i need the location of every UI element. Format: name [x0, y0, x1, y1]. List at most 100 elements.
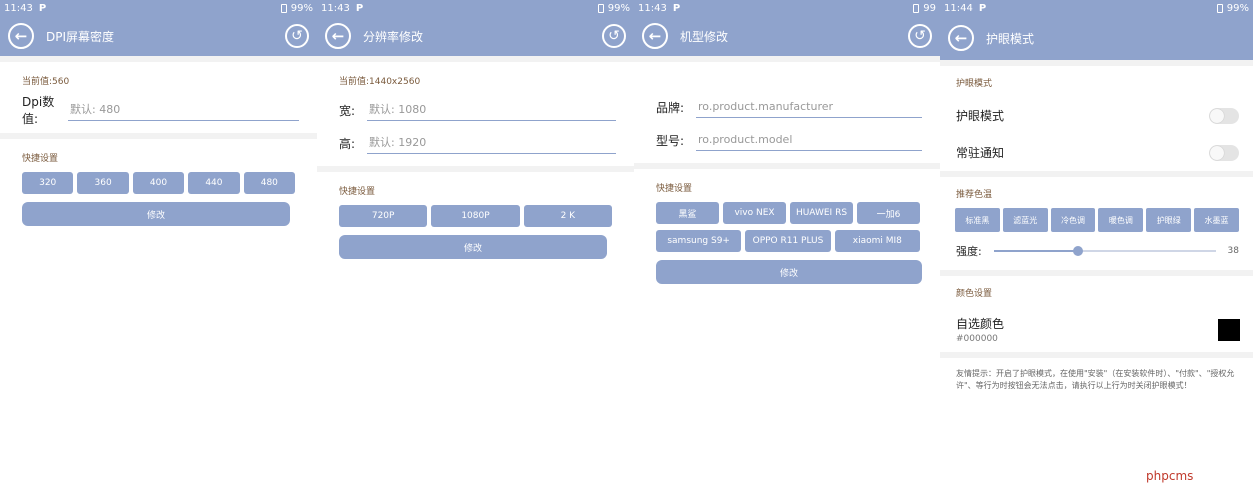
- resolution-screen: 11:43 P 99% ← 分辨率修改 ↺ 当前值:1440x2560 宽: 高…: [317, 0, 634, 440]
- model-label: 型号:: [656, 133, 685, 148]
- eye-mode-toggle[interactable]: [1209, 107, 1239, 124]
- model-input[interactable]: [696, 129, 922, 151]
- model-field-row: 型号:: [634, 125, 940, 155]
- current-value: 当前值:1440x2560: [339, 77, 421, 87]
- current-value: 当前值:560: [22, 77, 70, 87]
- preset-cool[interactable]: 冷色调: [1050, 208, 1096, 232]
- status-time: 11:44: [944, 2, 973, 14]
- title-bar: ← 护眼模式: [940, 16, 1253, 60]
- reset-icon[interactable]: ↺: [908, 24, 932, 48]
- model-screen: 11:43 P 99 ← 机型修改 ↺ 品牌: 型号: 快捷设置 黑鲨 vivo…: [634, 0, 940, 440]
- quick-button-320[interactable]: 320: [22, 172, 74, 194]
- preset-blue-filter[interactable]: 滤蓝光: [1002, 208, 1048, 232]
- section-color-temperature: 推荐色温: [956, 190, 993, 200]
- toggle-eye-mode-label: 护眼模式: [956, 109, 1005, 123]
- quick-button-samsung-s9[interactable]: samsung S9+: [656, 230, 742, 252]
- strength-row: 强度: 38: [940, 232, 1253, 270]
- custom-color-label: 自选颜色: [956, 317, 1005, 331]
- quick-button-vivo-nex[interactable]: vivo NEX: [723, 202, 786, 224]
- battery-level: 99: [923, 2, 936, 14]
- status-bar: 11:43 P 99%: [0, 0, 317, 16]
- preset-standard-black[interactable]: 标准黑: [955, 208, 1000, 232]
- quick-button-480[interactable]: 480: [243, 172, 296, 194]
- back-arrow-icon[interactable]: ←: [325, 23, 351, 49]
- page-title: 分辨率修改: [363, 29, 424, 44]
- notification-toggle[interactable]: [1209, 144, 1239, 161]
- preset-ink-blue[interactable]: 水墨蓝: [1194, 208, 1239, 232]
- quick-button-oneplus6[interactable]: 一加6: [857, 202, 920, 224]
- brand-label: 品牌:: [656, 100, 685, 115]
- custom-color-value: #000000: [956, 334, 998, 344]
- apply-button[interactable]: 修改: [656, 260, 922, 284]
- dpi-input[interactable]: [68, 99, 299, 121]
- page-title: 机型修改: [680, 29, 729, 44]
- eye-care-screen: 11:44 P 99% ← 护眼模式 护眼模式 护眼模式 常驻通知 推荐色温 标…: [940, 0, 1253, 440]
- watermark: phpcms: [1146, 469, 1194, 483]
- section-eye-mode: 护眼模式: [956, 79, 993, 89]
- quick-button-xiaomi-mi8[interactable]: xiaomi MI8: [834, 230, 920, 252]
- quick-settings-label: 快捷设置: [656, 184, 693, 194]
- quick-settings-label: 快捷设置: [22, 154, 59, 164]
- reset-icon[interactable]: ↺: [602, 24, 626, 48]
- height-label: 高:: [339, 136, 356, 151]
- status-time: 11:43: [4, 2, 33, 14]
- quick-button-440[interactable]: 440: [188, 172, 240, 194]
- quick-button-2k[interactable]: 2 K: [523, 205, 612, 227]
- quick-buttons-row-2: samsung S9+ OPPO R11 PLUS xiaomi MI8: [634, 230, 940, 252]
- p-icon: P: [355, 2, 364, 14]
- height-field-row: 高:: [317, 128, 634, 158]
- width-input[interactable]: [367, 99, 616, 121]
- dpi-label: Dpi数值:: [22, 95, 55, 126]
- apply-button[interactable]: 修改: [339, 235, 607, 259]
- section-color-settings: 颜色设置: [956, 289, 993, 299]
- battery-level: 99%: [1226, 2, 1249, 14]
- toggle-notification-row[interactable]: 常驻通知: [940, 134, 1253, 171]
- color-swatch[interactable]: [1218, 318, 1240, 341]
- strength-slider[interactable]: [994, 246, 1216, 256]
- brand-field-row: 品牌:: [634, 92, 940, 122]
- battery-icon: [1216, 3, 1223, 13]
- quick-button-1080p[interactable]: 1080P: [431, 205, 520, 227]
- title-bar: ← DPI屏幕密度 ↺: [0, 16, 317, 56]
- preset-warm[interactable]: 暖色调: [1098, 208, 1144, 232]
- quick-settings-label: 快捷设置: [339, 187, 376, 197]
- strength-thumb[interactable]: [1073, 246, 1084, 256]
- quick-buttons: 320 360 400 440 480: [0, 172, 317, 194]
- hint-text: 友情提示：开启了护眼模式，在使用"安装"（在安装软件时）、"付款"、"授权允许"…: [956, 369, 1235, 390]
- quick-button-huawei-rs[interactable]: HUAWEI RS: [790, 202, 853, 224]
- reset-icon[interactable]: ↺: [285, 24, 309, 48]
- preset-eye-green[interactable]: 护眼绿: [1146, 208, 1192, 232]
- title-bar: ← 分辨率修改 ↺: [317, 16, 634, 56]
- strength-label: 强度:: [956, 245, 982, 258]
- toggle-eye-mode-row[interactable]: 护眼模式: [940, 97, 1253, 134]
- quick-button-360[interactable]: 360: [77, 172, 129, 194]
- quick-button-oppo-r11[interactable]: OPPO R11 PLUS: [745, 230, 831, 252]
- back-arrow-icon[interactable]: ←: [8, 23, 34, 49]
- status-bar: 11:44 P 99%: [940, 0, 1253, 16]
- quick-buttons-row-1: 黑鲨 vivo NEX HUAWEI RS 一加6: [634, 202, 940, 224]
- toggle-notification-label: 常驻通知: [956, 146, 1005, 160]
- battery-icon: [597, 3, 604, 13]
- battery-icon: [913, 3, 920, 13]
- quick-buttons: 720P 1080P 2 K: [317, 205, 634, 227]
- width-field-row: 宽:: [317, 95, 634, 125]
- status-bar: 11:43 P 99: [634, 0, 940, 16]
- back-arrow-icon[interactable]: ←: [948, 25, 974, 51]
- status-time: 11:43: [321, 2, 350, 14]
- apply-button[interactable]: 修改: [22, 202, 290, 226]
- brand-input[interactable]: [696, 96, 922, 118]
- battery-level: 99%: [290, 2, 313, 14]
- quick-button-720p[interactable]: 720P: [339, 205, 428, 227]
- p-icon: P: [672, 2, 681, 14]
- p-icon: P: [978, 2, 987, 14]
- dpi-screen: 11:43 P 99% ← DPI屏幕密度 ↺ 当前值:560 Dpi数值: 快…: [0, 0, 317, 440]
- status-time: 11:43: [638, 2, 667, 14]
- quick-button-400[interactable]: 400: [132, 172, 185, 194]
- page-title: 护眼模式: [986, 31, 1035, 46]
- custom-color-row[interactable]: 自选颜色 #000000: [940, 307, 1253, 352]
- page-title: DPI屏幕密度: [46, 29, 115, 44]
- back-arrow-icon[interactable]: ←: [642, 23, 668, 49]
- height-input[interactable]: [367, 132, 616, 154]
- p-icon: P: [38, 2, 47, 14]
- quick-button-blackshark[interactable]: 黑鲨: [656, 202, 719, 224]
